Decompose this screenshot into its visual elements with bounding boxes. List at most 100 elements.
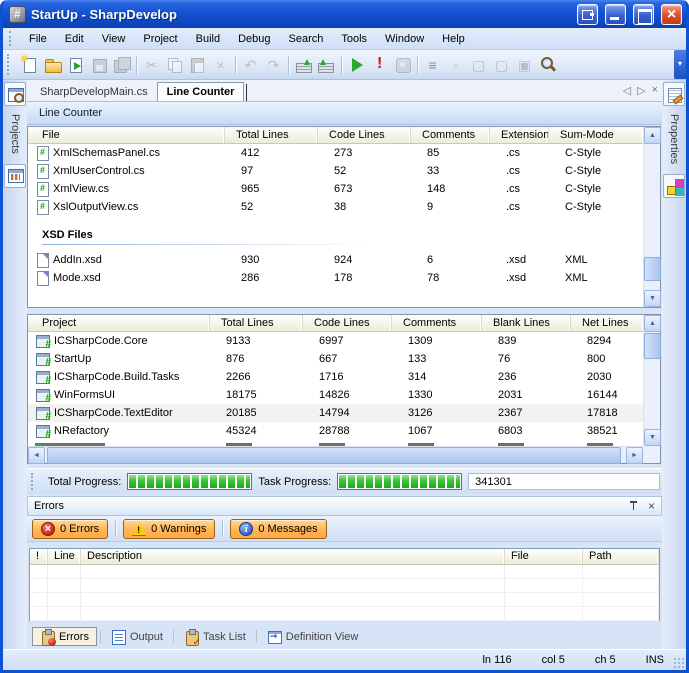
errors-column-header-severity[interactable]: ! [30, 549, 48, 564]
undo-icon[interactable]: ↶ [239, 53, 262, 76]
project-table-column-header-code-lines[interactable]: Code Lines [303, 315, 392, 331]
tab-task-list[interactable]: ✓Task List [177, 627, 253, 646]
0-warnings-button[interactable]: 0 Warnings [123, 519, 215, 539]
menu-item-debug[interactable]: Debug [229, 30, 279, 48]
table-row[interactable]: ICSharpCode.Core9133699713098398294 [28, 332, 643, 350]
next-tab-icon[interactable]: ▷ [637, 84, 645, 97]
table-row[interactable]: XslOutputView.cs52389.csC-Style [28, 198, 643, 216]
menu-item-search[interactable]: Search [280, 30, 333, 48]
cut-icon[interactable]: ✂ [140, 53, 163, 76]
menu-item-edit[interactable]: Edit [56, 30, 93, 48]
bookmark-list-icon[interactable]: ≡ [421, 53, 444, 76]
project-table-column-header-net-lines[interactable]: Net Lines [571, 315, 644, 331]
table-row[interactable]: WinFormsUI18175148261330203116144 [28, 386, 643, 404]
tab-line-counter[interactable]: Line Counter [157, 82, 245, 101]
table-row[interactable]: ICSharpCode.TextEditor201851479431262367… [28, 404, 643, 422]
errors-column-header-description[interactable]: Description [81, 549, 505, 564]
tab-definition-view[interactable]: Definition View [260, 627, 366, 646]
0-messages-button[interactable]: 0 Messages [230, 519, 326, 539]
pin-icon[interactable] [629, 500, 638, 512]
toggle-bookmark-icon[interactable]: ▫ [444, 53, 467, 76]
search-icon[interactable] [536, 53, 559, 76]
project-table-column-header-blank-lines[interactable]: Blank Lines [482, 315, 571, 331]
next-bookmark-icon[interactable]: ▢ [490, 53, 513, 76]
copy-icon[interactable] [163, 53, 186, 76]
file-table-column-header-sum-mode[interactable]: Sum-Mode [549, 127, 644, 143]
open-solution-icon[interactable] [64, 53, 87, 76]
new-file-icon[interactable] [18, 53, 41, 76]
paste-icon[interactable] [186, 53, 209, 76]
dock-tab-properties[interactable] [663, 82, 685, 106]
project-table-column-header-project[interactable]: Project [28, 315, 210, 331]
delete-icon[interactable]: × [209, 53, 232, 76]
float-window-button[interactable] [577, 4, 598, 25]
dock-tab-projects[interactable] [4, 82, 26, 106]
scroll-right-icon[interactable]: ► [626, 447, 643, 464]
abort-build-icon[interactable] [368, 53, 391, 76]
table-row[interactable]: XmlSchemasPanel.cs41227385.csC-Style [28, 144, 643, 162]
scroll-down-icon[interactable]: ▼ [644, 290, 661, 307]
dock-tab-tools-pane-icon[interactable] [4, 164, 26, 188]
file-table-column-header-file[interactable]: File [28, 127, 225, 143]
table-row[interactable]: XmlUserControl.cs975233.csC-Style [28, 162, 643, 180]
open-file-icon[interactable] [41, 53, 64, 76]
prev-tab-icon[interactable]: ◁ [623, 84, 631, 97]
0-errors-button[interactable]: 0 Errors [32, 519, 108, 539]
table-row[interactable]: StartUp87666713376800 [28, 350, 643, 368]
menu-item-file[interactable]: File [20, 30, 56, 48]
maximize-button[interactable] [633, 4, 654, 25]
scroll-up-icon[interactable]: ▲ [644, 127, 661, 144]
table-row[interactable]: ICSharpCode.Build.Tasks22661716314236203… [28, 368, 643, 386]
file-table-column-header-code-lines[interactable]: Code Lines [318, 127, 411, 143]
save-all-icon[interactable] [110, 53, 133, 76]
menu-item-project[interactable]: Project [134, 30, 186, 48]
tab-errors[interactable]: Errors [32, 627, 97, 646]
progress-grip[interactable] [31, 473, 36, 491]
toolbar-grip[interactable] [7, 54, 12, 74]
menu-item-help[interactable]: Help [433, 30, 474, 48]
scroll-left-icon[interactable]: ◄ [28, 447, 45, 464]
file-table-scrollbar[interactable]: ▲ ▼ [643, 127, 660, 307]
menu-grip[interactable] [9, 31, 14, 46]
errors-column-header-file[interactable]: File [505, 549, 583, 564]
close-button[interactable] [661, 4, 682, 25]
errors-column-header-path[interactable]: Path [583, 549, 659, 564]
table-row[interactable]: AddIn.xsd9309246.xsdXML [28, 251, 643, 269]
minimize-button[interactable] [605, 4, 626, 25]
table-row[interactable]: XmlView.cs965673148.csC-Style [28, 180, 643, 198]
close-tab-icon[interactable]: × [652, 84, 658, 97]
build-icon[interactable] [292, 53, 315, 76]
hscroll-thumb[interactable] [47, 447, 621, 464]
menu-item-window[interactable]: Window [376, 30, 433, 48]
menu-item-tools[interactable]: Tools [332, 30, 376, 48]
run-icon[interactable] [345, 53, 368, 76]
file-table-column-header-comments[interactable]: Comments [411, 127, 490, 143]
project-table-column-header-total-lines[interactable]: Total Lines [210, 315, 303, 331]
table-row[interactable]: NRefactory45324287881067680338521 [28, 422, 643, 440]
scroll-thumb[interactable] [644, 333, 661, 359]
menu-item-view[interactable]: View [93, 30, 135, 48]
file-table-column-header-total-lines[interactable]: Total Lines [225, 127, 318, 143]
scroll-thumb[interactable] [644, 257, 661, 281]
file-table-column-header-extension[interactable]: Extension [490, 127, 549, 143]
scroll-down-icon[interactable]: ▼ [644, 429, 661, 446]
stop-icon[interactable] [391, 53, 414, 76]
clear-bookmarks-icon[interactable]: ▣ [513, 53, 536, 76]
tab-sharpdevelopmain-cs[interactable]: SharpDevelopMain.cs [31, 82, 157, 101]
project-table-hscrollbar[interactable]: ◄ ► [28, 446, 643, 463]
tab-output[interactable]: Output [104, 627, 170, 646]
scroll-up-icon[interactable]: ▲ [644, 315, 661, 332]
project-table-scrollbar[interactable]: ▲ ▼ [643, 315, 660, 446]
table-row[interactable]: Mode.xsd28617878.xsdXML [28, 269, 643, 287]
errors-close-icon[interactable]: × [648, 500, 655, 512]
dock-tab-toolbox-cubes-icon[interactable] [663, 174, 685, 198]
errors-column-header-line[interactable]: Line [48, 549, 81, 564]
project-table-column-header-comments[interactable]: Comments [392, 315, 482, 331]
redo-icon[interactable]: ↷ [262, 53, 285, 76]
resize-grip[interactable] [674, 658, 684, 668]
menu-item-build[interactable]: Build [187, 30, 229, 48]
toolbar-overflow-button[interactable]: ▾ [674, 50, 686, 79]
save-icon[interactable] [87, 53, 110, 76]
rebuild-icon[interactable] [315, 53, 338, 76]
prev-bookmark-icon[interactable]: ▢ [467, 53, 490, 76]
